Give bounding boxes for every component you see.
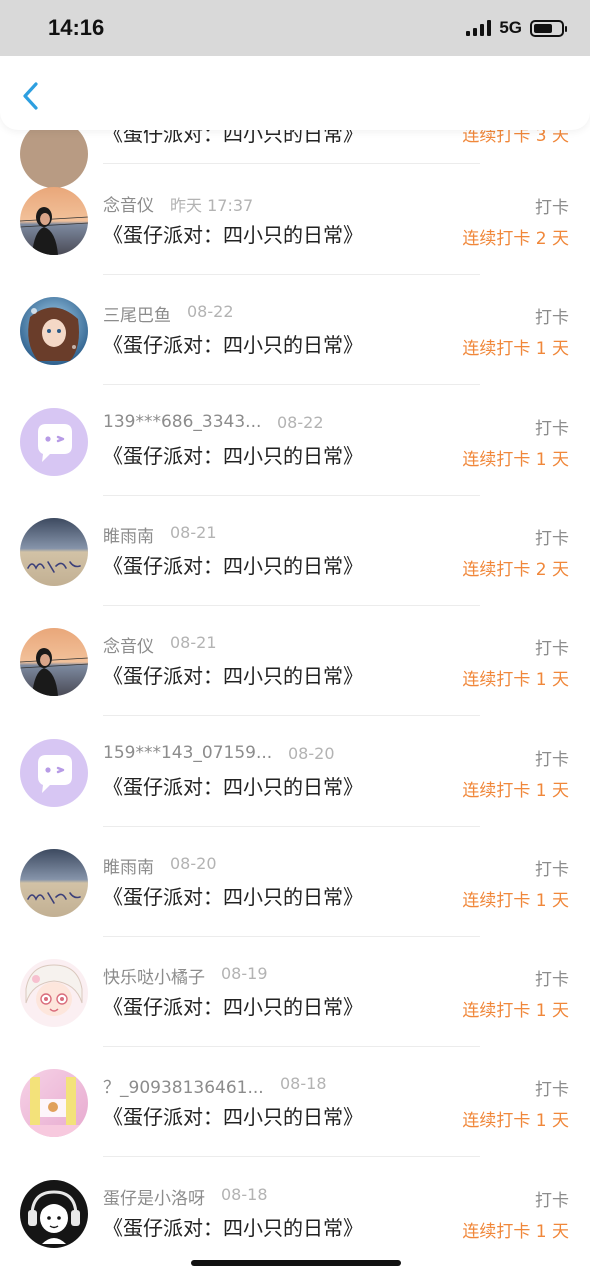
item-streak: 连续打卡 1 天 bbox=[462, 450, 569, 470]
item-checkin-label: 打卡 bbox=[535, 308, 569, 328]
item-streak: 连续打卡 1 天 bbox=[462, 1222, 569, 1242]
item-username[interactable]: 快乐哒小橘子 bbox=[103, 963, 205, 988]
item-title[interactable]: 《蛋仔派对：四小只的日常》 bbox=[103, 660, 363, 689]
divider bbox=[103, 715, 480, 716]
item-date: 08-22 bbox=[187, 302, 234, 321]
item-date: 08-18 bbox=[280, 1074, 327, 1093]
divider bbox=[103, 826, 480, 827]
item-username[interactable]: 睢雨南 bbox=[103, 853, 154, 878]
item-title[interactable]: 《蛋仔派对：四小只的日常》 bbox=[103, 440, 363, 469]
item-streak: 连续打卡 1 天 bbox=[462, 1001, 569, 1021]
item-username[interactable]: 159***143_07159... bbox=[103, 743, 272, 763]
item-checkin-label: 打卡 bbox=[535, 750, 569, 770]
item-username[interactable]: 139***686_3343... bbox=[103, 412, 261, 432]
signal-icon bbox=[466, 20, 492, 36]
item-streak: 连续打卡 2 天 bbox=[462, 560, 569, 580]
divider bbox=[103, 274, 480, 275]
item-date: 08-19 bbox=[221, 964, 268, 983]
network-type: 5G bbox=[499, 18, 522, 37]
sunset-girl-avatar[interactable] bbox=[20, 628, 88, 696]
handwriting-avatar[interactable] bbox=[20, 849, 88, 917]
item-username[interactable]: ？_90938136461... bbox=[103, 1073, 264, 1098]
item-title[interactable]: 《蛋仔派对：四小只的日常》 bbox=[103, 881, 363, 910]
item-username[interactable]: 念音仪 bbox=[103, 191, 154, 216]
home-indicator[interactable] bbox=[191, 1260, 401, 1266]
item-title[interactable]: 《蛋仔派对：四小只的日常》 bbox=[103, 991, 363, 1020]
item-username[interactable]: 蛋仔是小洛呀 bbox=[103, 1184, 205, 1209]
default-chat-avatar[interactable] bbox=[20, 739, 88, 807]
divider bbox=[103, 1156, 480, 1157]
divider bbox=[103, 1046, 480, 1047]
checkin-list: 《蛋仔派对：四小只的日常》 连续打卡 3 天 念音仪 昨天 17:37 《蛋仔派对：… bbox=[0, 0, 590, 1280]
item-checkin-label: 打卡 bbox=[535, 970, 569, 990]
avatar bbox=[20, 120, 88, 188]
item-title[interactable]: 《蛋仔派对：四小只的日常》 bbox=[103, 1212, 363, 1241]
item-checkin-label: 打卡 bbox=[535, 1080, 569, 1100]
sunset-girl-avatar[interactable] bbox=[20, 187, 88, 255]
headphone-girl-avatar[interactable] bbox=[20, 1180, 88, 1248]
back-button[interactable] bbox=[20, 80, 44, 112]
divider bbox=[103, 495, 480, 496]
status-time: 14:16 bbox=[48, 15, 105, 40]
item-date: 08-22 bbox=[277, 413, 324, 432]
item-streak: 连续打卡 1 天 bbox=[462, 781, 569, 801]
divider bbox=[103, 384, 480, 385]
divider bbox=[103, 936, 480, 937]
item-username[interactable]: 三尾巴鱼 bbox=[103, 301, 171, 326]
item-checkin-label: 打卡 bbox=[535, 639, 569, 659]
item-title[interactable]: 《蛋仔派对：四小只的日常》 bbox=[103, 219, 363, 248]
item-streak: 连续打卡 2 天 bbox=[462, 229, 569, 249]
pink-room-avatar[interactable] bbox=[20, 1069, 88, 1137]
item-streak: 连续打卡 1 天 bbox=[462, 339, 569, 359]
anime-girl-avatar[interactable] bbox=[20, 297, 88, 365]
battery-icon bbox=[530, 19, 567, 37]
divider bbox=[103, 163, 480, 164]
chevron-left-icon bbox=[23, 82, 38, 110]
item-username[interactable]: 睢雨南 bbox=[103, 522, 154, 547]
item-username[interactable]: 念音仪 bbox=[103, 632, 154, 657]
anime-chibi-avatar[interactable] bbox=[20, 959, 88, 1027]
item-streak: 连续打卡 1 天 bbox=[462, 891, 569, 911]
item-date: 08-20 bbox=[288, 744, 335, 763]
item-checkin-label: 打卡 bbox=[535, 419, 569, 439]
item-date: 08-21 bbox=[170, 633, 217, 652]
status-bar: 14:16 5G bbox=[0, 0, 590, 56]
item-title[interactable]: 《蛋仔派对：四小只的日常》 bbox=[103, 550, 363, 579]
item-streak: 连续打卡 1 天 bbox=[462, 1111, 569, 1131]
nav-bar bbox=[0, 56, 590, 130]
item-date: 08-18 bbox=[221, 1185, 268, 1204]
item-date: 08-21 bbox=[170, 523, 217, 542]
handwriting-avatar[interactable] bbox=[20, 518, 88, 586]
item-checkin-label: 打卡 bbox=[535, 1191, 569, 1211]
item-checkin-label: 打卡 bbox=[535, 198, 569, 218]
item-date: 昨天 17:37 bbox=[170, 196, 254, 215]
divider bbox=[103, 605, 480, 606]
default-chat-avatar[interactable] bbox=[20, 408, 88, 476]
item-checkin-label: 打卡 bbox=[535, 860, 569, 880]
item-date: 08-20 bbox=[170, 854, 217, 873]
item-title[interactable]: 《蛋仔派对：四小只的日常》 bbox=[103, 1101, 363, 1130]
item-streak: 连续打卡 1 天 bbox=[462, 670, 569, 690]
item-checkin-label: 打卡 bbox=[535, 529, 569, 549]
item-title[interactable]: 《蛋仔派对：四小只的日常》 bbox=[103, 329, 363, 358]
status-icons: 5G bbox=[466, 18, 567, 38]
item-title[interactable]: 《蛋仔派对：四小只的日常》 bbox=[103, 771, 363, 800]
